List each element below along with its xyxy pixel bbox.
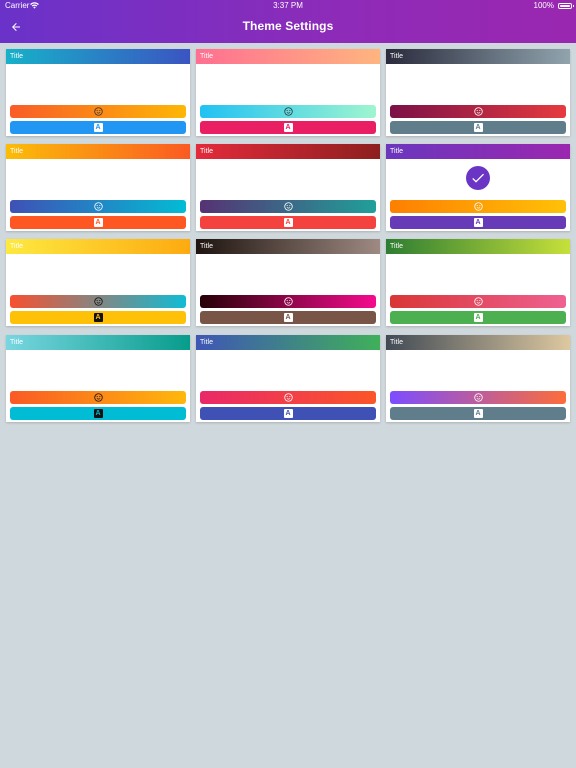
font-a-icon: A: [93, 123, 103, 132]
font-a-icon: A: [93, 218, 103, 227]
font-style-button[interactable]: A: [390, 311, 566, 324]
face-icon: [93, 297, 103, 306]
face-icon: [93, 393, 103, 402]
emoji-style-button[interactable]: [10, 391, 186, 404]
face-icon: [283, 393, 293, 402]
face-icon: [93, 107, 103, 116]
font-a-icon: A: [93, 409, 103, 418]
theme-title-bar: Title: [6, 335, 190, 350]
theme-card[interactable]: Title A: [6, 335, 190, 422]
font-style-button[interactable]: A: [390, 121, 566, 134]
theme-title-bar: Title: [196, 239, 380, 254]
theme-card[interactable]: Title A: [196, 144, 380, 231]
face-icon: [473, 393, 483, 402]
face-icon: [473, 202, 483, 211]
font-style-button[interactable]: A: [10, 216, 186, 229]
theme-card[interactable]: Title A: [386, 144, 570, 231]
font-style-button[interactable]: A: [10, 407, 186, 420]
emoji-style-button[interactable]: [10, 105, 186, 118]
battery-icon: [558, 3, 574, 9]
theme-card[interactable]: Title A: [196, 335, 380, 422]
battery-percent: 100%: [533, 1, 554, 10]
font-a-icon: A: [283, 123, 293, 132]
font-a-icon: A: [283, 409, 293, 418]
font-a-icon: A: [473, 123, 483, 132]
font-a-icon: A: [473, 313, 483, 322]
font-a-icon: A: [473, 409, 483, 418]
theme-title-bar: Title: [196, 335, 380, 350]
status-bar: Carrier 3:37 PM 100%: [0, 0, 576, 12]
face-icon: [283, 297, 293, 306]
emoji-style-button[interactable]: [390, 105, 566, 118]
face-icon: [473, 107, 483, 116]
theme-card[interactable]: Title A: [386, 335, 570, 422]
emoji-style-button[interactable]: [200, 200, 376, 213]
theme-title-bar: Title: [386, 239, 570, 254]
face-icon: [283, 107, 293, 116]
theme-title-bar: Title: [386, 49, 570, 64]
face-icon: [93, 202, 103, 211]
emoji-style-button[interactable]: [200, 295, 376, 308]
theme-card[interactable]: Title A: [386, 239, 570, 326]
font-style-button[interactable]: A: [10, 311, 186, 324]
emoji-style-button[interactable]: [390, 200, 566, 213]
theme-title-bar: Title: [6, 144, 190, 159]
check-icon: [466, 166, 490, 190]
font-a-icon: A: [283, 313, 293, 322]
emoji-style-button[interactable]: [10, 295, 186, 308]
font-a-icon: A: [283, 218, 293, 227]
font-style-button[interactable]: A: [390, 216, 566, 229]
theme-title-bar: Title: [196, 144, 380, 159]
theme-title-bar: Title: [386, 335, 570, 350]
theme-card[interactable]: Title A: [196, 49, 380, 136]
theme-title-bar: Title: [386, 144, 570, 159]
theme-card[interactable]: Title A: [196, 239, 380, 326]
font-style-button[interactable]: A: [10, 121, 186, 134]
font-style-button[interactable]: A: [200, 407, 376, 420]
font-style-button[interactable]: A: [200, 216, 376, 229]
emoji-style-button[interactable]: [200, 105, 376, 118]
theme-title-bar: Title: [6, 49, 190, 64]
font-a-icon: A: [93, 313, 103, 322]
face-icon: [473, 297, 483, 306]
font-style-button[interactable]: A: [200, 121, 376, 134]
font-style-button[interactable]: A: [200, 311, 376, 324]
theme-card[interactable]: Title A: [6, 144, 190, 231]
emoji-style-button[interactable]: [390, 295, 566, 308]
emoji-style-button[interactable]: [10, 200, 186, 213]
theme-card[interactable]: Title A: [6, 239, 190, 326]
font-a-icon: A: [473, 218, 483, 227]
emoji-style-button[interactable]: [390, 391, 566, 404]
emoji-style-button[interactable]: [200, 391, 376, 404]
theme-card[interactable]: Title A: [386, 49, 570, 136]
theme-title-bar: Title: [6, 239, 190, 254]
font-style-button[interactable]: A: [390, 407, 566, 420]
theme-card[interactable]: Title A: [6, 49, 190, 136]
app-bar: Carrier 3:37 PM 100% Theme Settings: [0, 0, 576, 43]
page-title: Theme Settings: [242, 19, 334, 33]
status-time: 3:37 PM: [273, 1, 303, 10]
theme-title-bar: Title: [196, 49, 380, 64]
face-icon: [283, 202, 293, 211]
